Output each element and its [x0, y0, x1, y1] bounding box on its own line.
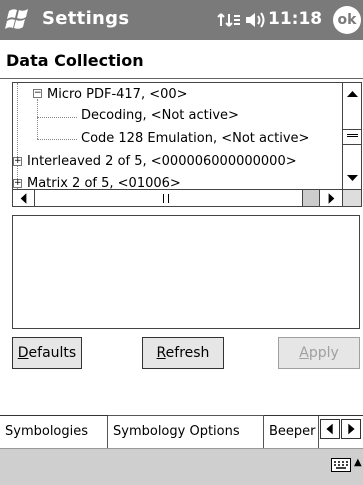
tab-strip: Symbologies Symbology Options Beeper: [0, 415, 363, 449]
collapse-toggle[interactable]: −: [33, 89, 42, 98]
tree-item[interactable]: Decoding, <Not active>: [81, 108, 239, 123]
connectivity-icon[interactable]: [217, 10, 241, 30]
scroll-left-icon[interactable]: [13, 190, 35, 207]
tab-scroll-left-icon[interactable]: [320, 419, 340, 439]
tree-connector: [37, 99, 38, 139]
app-title: Settings: [42, 8, 130, 29]
symbology-tree[interactable]: − Micro PDF-417, <00> Decoding, <Not act…: [12, 82, 362, 207]
defaults-button[interactable]: Defaults: [12, 337, 82, 369]
refresh-button[interactable]: Refresh: [142, 337, 224, 369]
scroll-thumb[interactable]: [343, 129, 361, 145]
title-bar: Settings 11:18 ok: [0, 0, 363, 40]
vertical-scrollbar[interactable]: [342, 83, 362, 189]
tree-connector: [37, 139, 77, 140]
button-label: efresh: [165, 345, 210, 361]
scroll-track[interactable]: [303, 190, 319, 206]
button-accelerator: D: [17, 345, 29, 361]
menu-bar: ▲: [0, 448, 363, 485]
scrollbar-corner: [342, 189, 361, 206]
tree-item[interactable]: Interleaved 2 of 5, <000006000000000>: [27, 154, 297, 169]
page-title: Data Collection: [6, 51, 144, 70]
keyboard-icon[interactable]: [331, 458, 351, 472]
windows-flag-icon[interactable]: [4, 4, 34, 34]
tab-beeper[interactable]: Beeper: [264, 416, 319, 449]
expand-toggle[interactable]: +: [13, 157, 22, 166]
tree-connector: [37, 117, 77, 118]
tab-scroll-right-icon[interactable]: [341, 419, 361, 439]
scroll-right-icon[interactable]: [319, 190, 342, 207]
heading-divider: [0, 78, 363, 79]
scroll-up-icon[interactable]: [343, 83, 362, 105]
scroll-thumb[interactable]: [35, 190, 303, 206]
speaker-icon[interactable]: [244, 10, 266, 30]
horizontal-scrollbar[interactable]: [13, 189, 342, 207]
clock[interactable]: 11:18: [268, 9, 322, 29]
apply-button[interactable]: Apply: [278, 337, 360, 369]
tab-symbologies[interactable]: Symbologies: [0, 416, 108, 449]
description-box: [12, 215, 360, 329]
input-menu-caret-icon[interactable]: ▲: [354, 457, 362, 468]
button-label: efaults: [28, 345, 77, 361]
tab-symbology-options[interactable]: Symbology Options: [108, 415, 264, 448]
ok-button[interactable]: ok: [333, 6, 361, 34]
button-accelerator: A: [299, 345, 309, 361]
button-accelerator: R: [156, 345, 166, 361]
tree-connector: [17, 83, 18, 189]
expand-toggle[interactable]: +: [13, 179, 22, 188]
button-label: pply: [308, 345, 339, 361]
tree-item[interactable]: Micro PDF-417, <00>: [47, 87, 188, 102]
tree-item[interactable]: Code 128 Emulation, <Not active>: [81, 131, 309, 146]
scroll-down-icon[interactable]: [343, 167, 362, 189]
